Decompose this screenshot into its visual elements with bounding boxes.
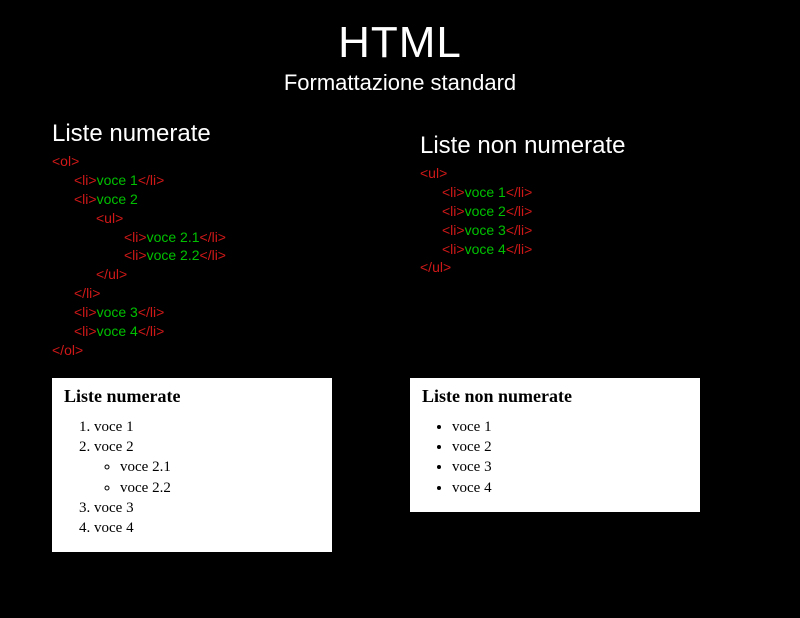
- list-item: voce 3: [94, 498, 320, 518]
- preview-title: Liste numerate: [64, 386, 320, 407]
- code-tag: <li>: [74, 191, 97, 207]
- preview-box-ordered: Liste numerate voce 1 voce 2 voce 2.1 vo…: [52, 378, 332, 553]
- code-text: voce 2.2: [147, 247, 200, 263]
- code-tag: </ol>: [52, 342, 83, 358]
- code-tag: </li>: [506, 222, 532, 238]
- code-tag: <li>: [124, 247, 147, 263]
- code-text: voce 3: [465, 222, 506, 238]
- code-tag: <ul>: [96, 210, 123, 226]
- code-tag: <li>: [74, 304, 97, 320]
- list-item: voce 2.2: [120, 478, 320, 498]
- list-item: voce 3: [452, 457, 688, 477]
- code-tag: <li>: [442, 203, 465, 219]
- left-heading: Liste numerate: [52, 120, 400, 148]
- code-text: voce 2.1: [147, 229, 200, 245]
- code-tag: </li>: [138, 172, 164, 188]
- columns-container: Liste numerate <ol> <li>voce 1</li> <li>…: [0, 120, 800, 360]
- code-text: voce 1: [97, 172, 138, 188]
- right-column: Liste non numerate <ul> <li>voce 1</li> …: [400, 120, 800, 360]
- code-tag: </ul>: [420, 259, 451, 275]
- preview-left: Liste numerate voce 1 voce 2 voce 2.1 vo…: [52, 378, 332, 553]
- code-tag: <li>: [74, 172, 97, 188]
- list-item: voce 2: [452, 437, 688, 457]
- list-item: voce 1: [94, 417, 320, 437]
- list-item: voce 2.1: [120, 457, 320, 477]
- code-text: voce 2: [465, 203, 506, 219]
- left-code-block: <ol> <li>voce 1</li> <li>voce 2 <ul> <li…: [52, 152, 400, 360]
- code-tag: </li>: [138, 323, 164, 339]
- nested-list: voce 2.1 voce 2.2: [94, 457, 320, 498]
- code-tag: </li>: [506, 203, 532, 219]
- code-text: voce 3: [97, 304, 138, 320]
- page-title: HTML: [0, 18, 800, 68]
- right-heading: Liste non numerate: [420, 132, 800, 160]
- ordered-list: voce 1 voce 2 voce 2.1 voce 2.2 voce 3 v…: [64, 417, 320, 539]
- list-item: voce 1: [452, 417, 688, 437]
- preview-right: Liste non numerate voce 1 voce 2 voce 3 …: [410, 378, 700, 553]
- code-text: voce 4: [97, 323, 138, 339]
- code-tag: <li>: [442, 184, 465, 200]
- code-tag: </ul>: [96, 266, 127, 282]
- code-tag: </li>: [138, 304, 164, 320]
- code-tag: <li>: [442, 241, 465, 257]
- code-tag: </li>: [506, 241, 532, 257]
- code-tag: </li>: [74, 285, 100, 301]
- code-text: voce 2: [97, 191, 138, 207]
- code-text: voce 4: [465, 241, 506, 257]
- code-tag: <li>: [124, 229, 147, 245]
- code-tag: </li>: [200, 247, 226, 263]
- preview-row: Liste numerate voce 1 voce 2 voce 2.1 vo…: [0, 378, 800, 553]
- code-tag: <ul>: [420, 165, 447, 181]
- unordered-list: voce 1 voce 2 voce 3 voce 4: [422, 417, 688, 498]
- list-item: voce 4: [452, 478, 688, 498]
- preview-title: Liste non numerate: [422, 386, 688, 407]
- list-item-label: voce 2: [94, 439, 134, 455]
- code-tag: </li>: [200, 229, 226, 245]
- right-code-block: <ul> <li>voce 1</li> <li>voce 2</li> <li…: [420, 164, 800, 277]
- list-item: voce 2 voce 2.1 voce 2.2: [94, 437, 320, 498]
- code-tag: <li>: [442, 222, 465, 238]
- code-tag: </li>: [506, 184, 532, 200]
- code-tag: <ol>: [52, 153, 79, 169]
- list-item: voce 4: [94, 518, 320, 538]
- preview-box-unordered: Liste non numerate voce 1 voce 2 voce 3 …: [410, 378, 700, 512]
- code-tag: <li>: [74, 323, 97, 339]
- code-text: voce 1: [465, 184, 506, 200]
- page-subtitle: Formattazione standard: [0, 70, 800, 96]
- left-column: Liste numerate <ol> <li>voce 1</li> <li>…: [0, 120, 400, 360]
